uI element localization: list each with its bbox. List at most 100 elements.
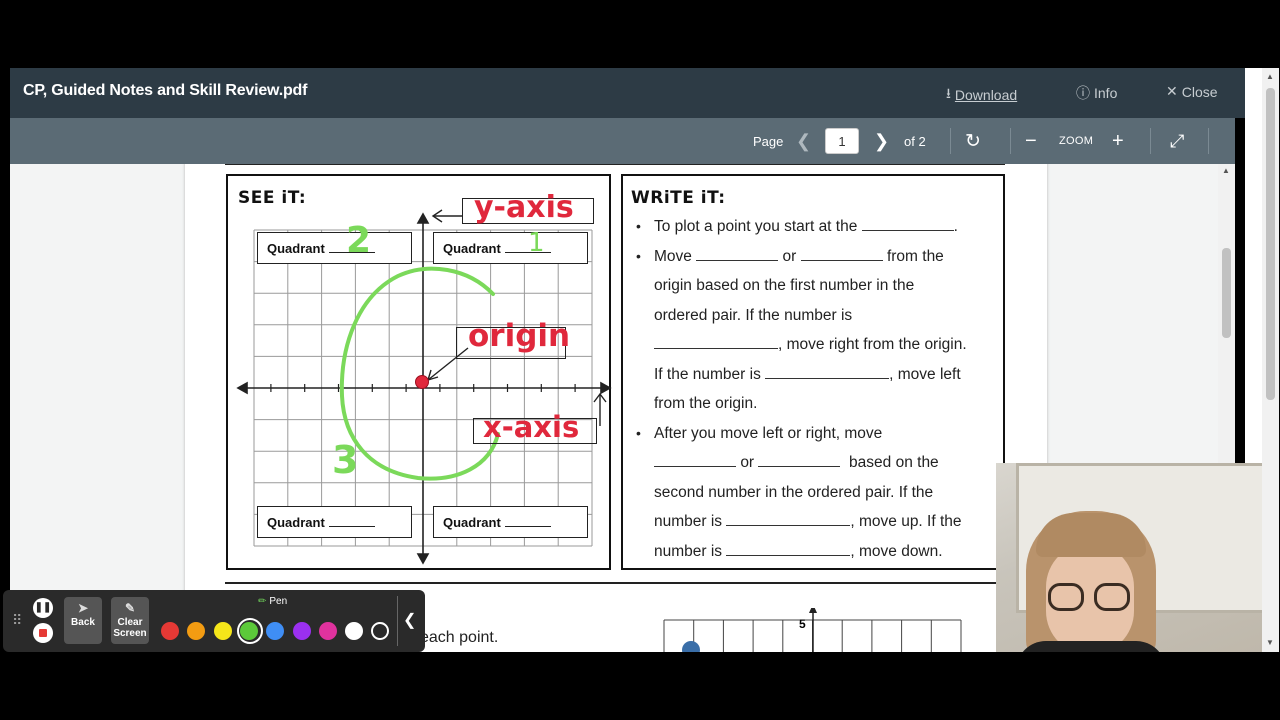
see-it-box: SEE iT: Quadrant Quadrant Quadrant Quadr…	[226, 174, 612, 570]
toolbar-divider	[397, 596, 398, 646]
selected-color-ring	[237, 618, 263, 644]
color-swatch[interactable]	[371, 622, 390, 640]
chevron-right-icon: ❯	[874, 130, 890, 151]
zoom-label: ZOOM	[1059, 135, 1094, 147]
screen: CP, Guided Notes and Skill Review.pdf ⭳ …	[0, 0, 1280, 720]
color-swatch[interactable]	[318, 622, 337, 640]
color-swatch[interactable]	[345, 622, 364, 640]
back-label: Back	[71, 617, 95, 628]
zoom-in-button[interactable]: +	[1112, 118, 1124, 164]
cursor-icon: ➤	[77, 601, 89, 615]
bullet-move-horizontal: Move or from the origin based on the fir…	[635, 242, 1003, 419]
pdf-toolbar: Page ❮ ❯ of 2 ↻ − ZOOM + ⤢	[10, 118, 1235, 164]
quadrant-label-text: Quadrant	[267, 515, 325, 530]
pdf-page: SEE iT: Quadrant Quadrant Quadrant Quadr…	[185, 164, 1047, 652]
scroll-down-icon[interactable]: ▼	[1266, 638, 1274, 647]
toolbar-divider	[1150, 128, 1151, 154]
blank-line	[726, 540, 851, 556]
chevron-left-icon: ❮	[403, 612, 417, 629]
plus-icon: +	[1112, 129, 1124, 152]
page-scrollbar[interactable]: ▲ ▼	[1262, 68, 1279, 652]
stop-recording-button[interactable]	[33, 623, 53, 643]
pen-icon: ✏	[258, 596, 267, 607]
pause-recording-button[interactable]: ❚❚	[33, 598, 53, 618]
back-button[interactable]: ➤ Back	[64, 597, 102, 644]
scroll-up-icon[interactable]: ▲	[1222, 166, 1230, 175]
chevron-left-icon: ❮	[796, 130, 812, 151]
page-label: Page	[753, 133, 784, 149]
close-button[interactable]: ✕ Close	[1166, 83, 1218, 100]
x-axis-arrow-right	[600, 381, 612, 395]
color-swatch[interactable]	[187, 622, 206, 640]
rotate-icon: ↻	[965, 130, 981, 152]
quadrant-1-label: Quadrant	[433, 232, 588, 264]
document-title: CP, Guided Notes and Skill Review.pdf	[23, 82, 308, 99]
scroll-up-icon[interactable]: ▲	[1266, 72, 1274, 81]
page-scroll-thumb[interactable]	[1266, 88, 1275, 400]
prev-page-button[interactable]: ❮	[796, 118, 811, 164]
practice-grid: 5	[663, 608, 962, 652]
quadrant-label-text: Quadrant	[267, 241, 325, 256]
blank-line	[765, 363, 890, 379]
quadrant-label-text: Quadrant	[443, 515, 501, 530]
origin-dot	[415, 375, 429, 389]
zoom-out-button[interactable]: −	[1025, 118, 1037, 164]
write-it-box: WRiTE iT: To plot a point you start at t…	[621, 174, 1005, 570]
eraser-icon: ✎	[124, 601, 136, 615]
page-number-input[interactable]	[825, 128, 859, 154]
quadrant-1-handwriting: 1	[528, 228, 545, 258]
presenter-shirt	[1016, 641, 1166, 652]
toolbar-divider	[1010, 128, 1011, 154]
collapse-toolbar-button[interactable]: ❮	[403, 610, 416, 630]
color-swatch[interactable]	[292, 622, 311, 640]
rotate-button[interactable]: ↻	[965, 118, 981, 164]
download-label: Download	[954, 87, 1018, 103]
bullet-move-vertical: After you move left or right, move or ba…	[635, 419, 1003, 567]
fullscreen-button[interactable]: ⤢	[1170, 118, 1184, 164]
presenter-bangs	[1036, 513, 1146, 557]
clear-label: Clear Screen	[113, 617, 147, 639]
clear-screen-button[interactable]: ✎ Clear Screen	[111, 597, 149, 644]
color-swatch[interactable]	[161, 622, 179, 640]
document-scroll-thumb[interactable]	[1222, 248, 1231, 338]
write-it-heading: WRiTE iT:	[631, 188, 726, 208]
quadrant-4-label: Quadrant	[433, 506, 588, 538]
info-label: Info	[1094, 85, 1118, 101]
x-axis-arrow-left	[236, 381, 248, 395]
quadrant-2-label: Quadrant	[257, 232, 412, 264]
quadrant-3-handwriting: 3	[332, 438, 359, 482]
glasses-left-lens	[1048, 583, 1084, 611]
close-label: Close	[1181, 83, 1218, 100]
y-axis-arrow-top	[416, 212, 430, 224]
blank-line	[800, 245, 883, 261]
write-it-list: To plot a point you start at the . Move …	[635, 212, 1003, 566]
download-icon: ⭳	[946, 85, 951, 101]
toolbar-divider	[950, 128, 951, 154]
y-axis-arrow-bottom	[416, 553, 430, 565]
quadrant-2-handwriting: 2	[346, 220, 372, 261]
origin-handwriting: origin	[468, 318, 571, 354]
pen-tool-label: ✏ Pen	[258, 596, 288, 607]
practice-grid-arrow	[809, 608, 817, 613]
next-page-button[interactable]: ❯	[874, 118, 889, 164]
drag-handle-icon[interactable]: ⠿	[12, 612, 22, 629]
blank-line	[696, 245, 779, 261]
color-swatch[interactable]	[266, 622, 285, 640]
blank-line	[758, 451, 841, 467]
info-button[interactable]: ⓘ Info	[1076, 83, 1117, 103]
instruction-text: each point.	[420, 629, 499, 646]
pause-icon: ❚❚	[34, 602, 52, 613]
green-pen-stroke	[339, 266, 500, 481]
info-icon: ⓘ	[1076, 85, 1090, 101]
quadrant-label-text: Quadrant	[443, 241, 501, 256]
page-count: of 2	[904, 133, 926, 149]
webcam-overlay[interactable]	[996, 463, 1262, 652]
blank-line	[654, 451, 736, 467]
viewer-header: CP, Guided Notes and Skill Review.pdf ⭳ …	[10, 68, 1245, 118]
blank-line	[861, 215, 954, 231]
download-button[interactable]: ⭳ Download	[946, 83, 1017, 107]
practice-grid-label: 5	[799, 617, 806, 631]
color-swatch[interactable]	[213, 622, 232, 640]
blank-line	[726, 510, 851, 526]
annotation-toolbar: ⠿ ❚❚ ➤ Back ✎ Clear Screen ✏ Pen ❮	[3, 590, 425, 652]
